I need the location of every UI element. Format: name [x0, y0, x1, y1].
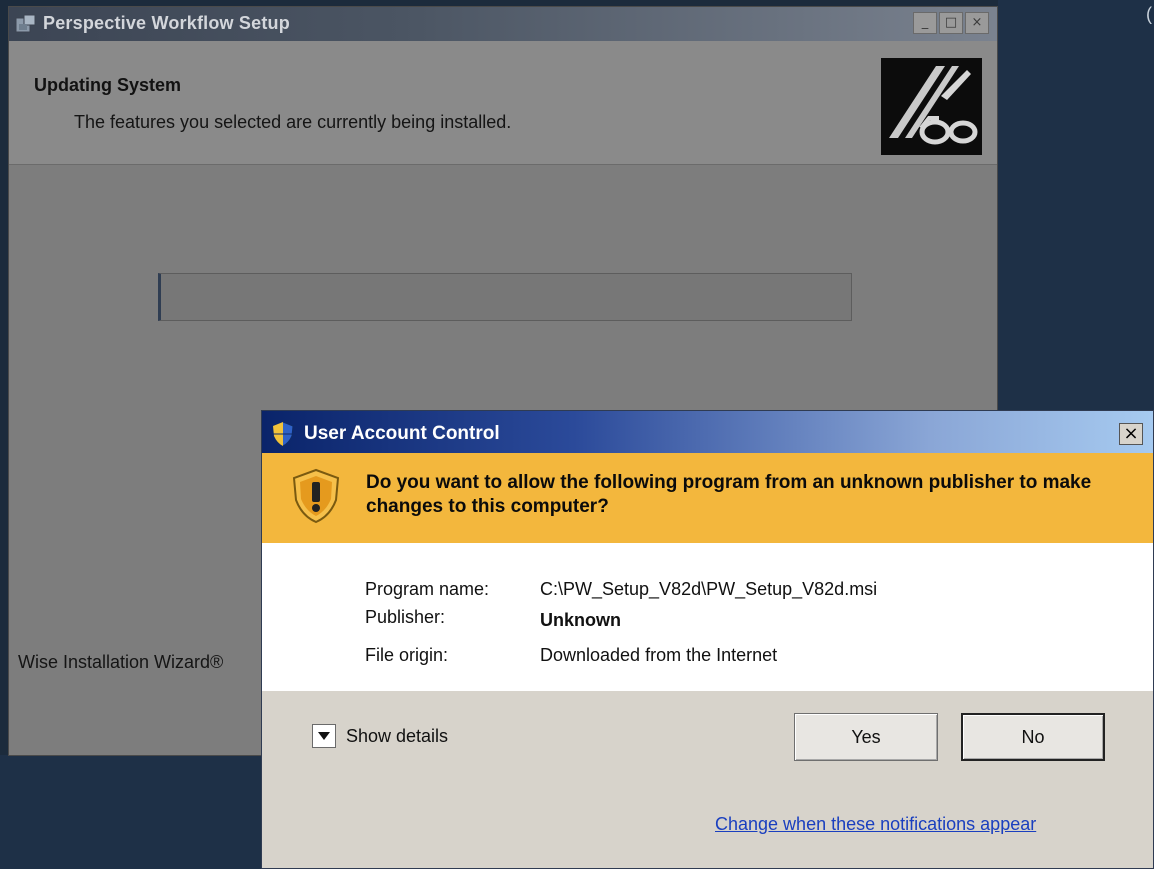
uac-dialog-title: User Account Control	[304, 423, 500, 444]
setup-titlebar-buttons: _ □ ×	[913, 12, 989, 34]
file-origin-label: File origin:	[365, 645, 449, 665]
uac-details-panel: Program name: C:\PW_Setup_V82d\PW_Setup_…	[262, 543, 1153, 691]
program-name-value: C:\PW_Setup_V82d\PW_Setup_V82d.msi	[540, 579, 878, 599]
file-origin-value: Downloaded from the Internet	[540, 645, 778, 665]
maximize-button[interactable]: □	[939, 12, 963, 34]
publisher-label: Publisher:	[365, 607, 446, 627]
yes-button[interactable]: Yes	[794, 713, 938, 761]
close-button[interactable]: ×	[965, 12, 989, 34]
uac-prompt-question: Do you want to allow the following progr…	[366, 472, 1092, 517]
installer-icon	[15, 14, 36, 33]
change-notifications-link[interactable]: Change when these notifications appear	[715, 814, 1036, 835]
desktop-edge-fragment: (	[1146, 4, 1152, 24]
setup-header-panel: Updating System The features you selecte…	[9, 41, 997, 165]
install-progress-bar	[158, 273, 852, 321]
show-details-toggle[interactable]: Show details	[312, 724, 448, 748]
uac-warning-banner: Do you want to allow the following progr…	[262, 453, 1153, 543]
uac-titlebar[interactable]: User Account Control ×	[262, 411, 1153, 453]
setup-logo-icon	[881, 58, 982, 155]
uac-shield-icon	[272, 421, 294, 447]
show-details-label[interactable]: Show details	[346, 726, 448, 747]
chevron-down-icon[interactable]	[312, 724, 336, 748]
minimize-button[interactable]: _	[913, 12, 937, 34]
setup-subheading: The features you selected are currently …	[74, 112, 512, 132]
wizard-branding-label: Wise Installation Wizard®	[18, 652, 224, 672]
no-button[interactable]: No	[961, 713, 1105, 761]
warning-shield-icon	[292, 468, 340, 524]
setup-heading: Updating System	[34, 75, 182, 95]
uac-close-button[interactable]: ×	[1119, 423, 1143, 445]
program-name-label: Program name:	[365, 579, 490, 599]
publisher-value: Unknown	[540, 610, 621, 630]
setup-titlebar[interactable]: Perspective Workflow Setup _ □ ×	[9, 7, 997, 41]
uac-dialog: User Account Control × Do you want to al…	[261, 410, 1154, 869]
setup-window-title: Perspective Workflow Setup	[43, 13, 290, 33]
